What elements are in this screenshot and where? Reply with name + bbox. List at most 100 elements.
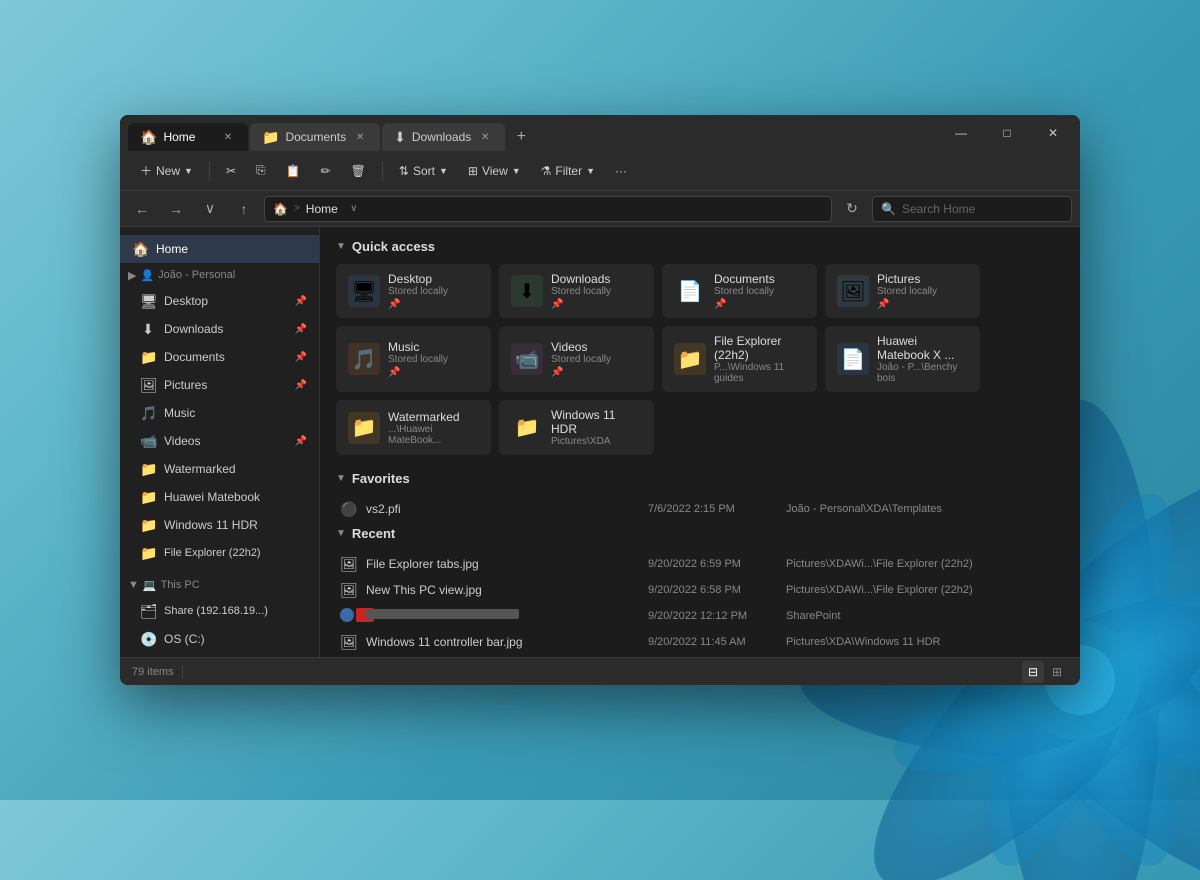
up-button[interactable]: ↑ xyxy=(230,195,258,223)
forward-button[interactable]: → xyxy=(162,195,190,223)
sidebar-item-videos[interactable]: 📹 Videos 📌 xyxy=(120,427,319,455)
more-button[interactable]: ··· xyxy=(607,160,635,182)
sidebar-section-thispc[interactable]: ▼ 💻 This PC xyxy=(120,573,319,597)
tiles-view-button[interactable]: ⊞ xyxy=(1046,661,1068,683)
sidebar-item-music[interactable]: 🎵 Music xyxy=(120,399,319,427)
thispc-chevron-icon: ▼ xyxy=(128,579,139,591)
qa-item[interactable]: 📹 Videos Stored locally 📌 xyxy=(499,326,654,392)
refresh-button[interactable]: ↻ xyxy=(838,195,866,223)
tabs-area: 🏠 Home ✕📁 Documents ✕⬇ Downloads ✕+ xyxy=(120,115,934,151)
address-dropdown-button[interactable]: ∨ xyxy=(344,196,364,222)
paste-button[interactable]: 📋 xyxy=(278,160,309,182)
filter-button[interactable]: ⚗ Filter ▼ xyxy=(533,160,603,182)
sort-dropdown-icon: ▼ xyxy=(439,166,448,176)
tab-home[interactable]: 🏠 Home ✕ xyxy=(128,123,248,151)
qa-item[interactable]: 📁 File Explorer (22h2) P...\Windows 11 g… xyxy=(662,326,817,392)
qa-item-sub: Stored locally xyxy=(714,286,775,297)
view-dropdown-icon: ▼ xyxy=(512,166,521,176)
details-view-button[interactable]: ⊟ xyxy=(1022,661,1044,683)
qa-item-name: Windows 11 HDR xyxy=(551,408,642,436)
personal-icon: 👤 xyxy=(140,269,154,282)
qa-item[interactable]: ⬇ Downloads Stored locally 📌 xyxy=(499,264,654,318)
search-box[interactable]: 🔍 Search Home xyxy=(872,196,1072,222)
sidebar-item-downloads[interactable]: ⬇ Downloads 📌 xyxy=(120,315,319,343)
list-item[interactable]: 9/20/2022 12:12 PM SharePoint xyxy=(336,603,1064,629)
tab-close-documents[interactable]: ✕ xyxy=(352,129,368,145)
list-item[interactable]: 🖼 File Explorer tabs.jpg 9/20/2022 6:59 … xyxy=(336,551,1064,577)
tab-documents[interactable]: 📁 Documents ✕ xyxy=(250,123,380,151)
sidebar-item-huawei[interactable]: 📁 Huawei Matebook xyxy=(120,483,319,511)
desktop-icon: 🖥 xyxy=(140,293,156,310)
qa-item[interactable]: 📄 Huawei Matebook X ... João - P...\Benc… xyxy=(825,326,980,392)
minimize-button[interactable]: — xyxy=(938,115,984,151)
copy-button[interactable]: ⎘ xyxy=(248,159,274,182)
qa-item[interactable]: 🎵 Music Stored locally 📌 xyxy=(336,326,491,392)
qa-item-sub: Stored locally xyxy=(877,286,937,297)
rename-button[interactable]: ✏ xyxy=(313,160,339,182)
qa-item-sub: ...\Huawei MateBook... xyxy=(388,424,479,446)
sidebar-item-home[interactable]: 🏠 Home xyxy=(120,235,319,263)
new-tab-button[interactable]: + xyxy=(507,123,535,151)
qa-item-name: Downloads xyxy=(551,272,611,286)
qa-item[interactable]: 📁 Windows 11 HDR Pictures\XDA xyxy=(499,400,654,455)
sidebar-item-share[interactable]: 🗂 Share (192.168.19...) xyxy=(120,597,319,625)
music-icon: 🎵 xyxy=(140,405,156,422)
file-icon xyxy=(340,608,358,625)
content-pane: ▼ Quick access 🖥 Desktop Stored locally … xyxy=(320,227,1080,657)
sidebar-section-personal[interactable]: ▶ 👤 João - Personal xyxy=(120,263,319,287)
recent-button[interactable]: ∨ xyxy=(196,195,224,223)
file-icon: 🖼 xyxy=(340,556,358,573)
sort-button[interactable]: ⇅ Sort ▼ xyxy=(391,160,456,182)
delete-button[interactable]: 🗑 xyxy=(343,160,374,182)
qa-icon: 🖥 xyxy=(348,275,380,307)
file-location: Pictures\XDA\Windows 11 HDR xyxy=(786,636,1060,648)
file-location: João - Personal\XDA\Templates xyxy=(786,503,1060,515)
blurred-filename xyxy=(366,609,519,619)
sidebar-item-desktop[interactable]: 🖥 Desktop 📌 xyxy=(120,287,319,315)
search-icon: 🔍 xyxy=(881,202,896,216)
tab-label-documents: Documents xyxy=(285,130,346,144)
favorites-title: ▼ Favorites xyxy=(336,471,1064,486)
sidebar-item-win11hdr[interactable]: 📁 Windows 11 HDR xyxy=(120,511,319,539)
qa-item-sub: Stored locally xyxy=(388,354,448,365)
qa-item-sub: P...\Windows 11 guides xyxy=(714,362,805,384)
sidebar-item-fe22h2[interactable]: 📁 File Explorer (22h2) xyxy=(120,539,319,567)
path-home-icon: 🏠 xyxy=(273,202,288,216)
tab-downloads[interactable]: ⬇ Downloads ✕ xyxy=(382,123,505,151)
list-item[interactable]: 🖼 Windows 11 controller bar.jpg 9/20/202… xyxy=(336,629,1064,655)
qa-item[interactable]: 📄 Documents Stored locally 📌 xyxy=(662,264,817,318)
cut-button[interactable]: ✂ xyxy=(218,160,244,182)
qa-item[interactable]: 🖥 Desktop Stored locally 📌 xyxy=(336,264,491,318)
qa-item-name: Huawei Matebook X ... xyxy=(877,334,968,362)
copy-icon: ⎘ xyxy=(256,163,266,178)
close-button[interactable]: ✕ xyxy=(1030,115,1076,151)
filter-dropdown-icon: ▼ xyxy=(586,166,595,176)
share-icon: 🗂 xyxy=(140,603,156,620)
cut-icon: ✂ xyxy=(226,164,236,178)
address-path[interactable]: 🏠 > Home ∨ xyxy=(264,196,832,222)
sidebar-item-pictures[interactable]: 🖼 Pictures 📌 xyxy=(120,371,319,399)
window-controls: — □ ✕ xyxy=(934,115,1080,151)
qa-item[interactable]: 🖼 Pictures Stored locally 📌 xyxy=(825,264,980,318)
sidebar-item-osdrive[interactable]: 💿 OS (C:) xyxy=(120,625,319,653)
home-icon: 🏠 xyxy=(132,241,148,258)
toolbar-separator-2 xyxy=(382,161,383,181)
sidebar-item-documents[interactable]: 📁 Documents 📌 xyxy=(120,343,319,371)
qa-item-name: Music xyxy=(388,340,448,354)
path-chevron: > xyxy=(294,203,300,214)
qa-pin-icon: 📌 xyxy=(877,299,937,310)
tab-close-downloads[interactable]: ✕ xyxy=(477,129,493,145)
new-dropdown-icon: ▼ xyxy=(184,166,193,176)
tab-close-home[interactable]: ✕ xyxy=(220,129,236,145)
list-item[interactable]: ⚫ vs2.pfi 7/6/2022 2:15 PM João - Person… xyxy=(336,496,1064,522)
maximize-button[interactable]: □ xyxy=(984,115,1030,151)
new-button[interactable]: ＋ New ▼ xyxy=(132,158,201,183)
qa-item-sub: Pictures\XDA xyxy=(551,436,642,447)
qa-item[interactable]: 📁 Watermarked ...\Huawei MateBook... xyxy=(336,400,491,455)
sidebar-item-watermarked[interactable]: 📁 Watermarked xyxy=(120,455,319,483)
back-button[interactable]: ← xyxy=(128,195,156,223)
view-button[interactable]: ⊞ View ▼ xyxy=(460,160,529,182)
pin-icon-2: 📌 xyxy=(295,324,307,335)
list-item[interactable]: 🖼 New This PC view.jpg 9/20/2022 6:58 PM… xyxy=(336,577,1064,603)
pin-icon: 📌 xyxy=(295,296,307,307)
